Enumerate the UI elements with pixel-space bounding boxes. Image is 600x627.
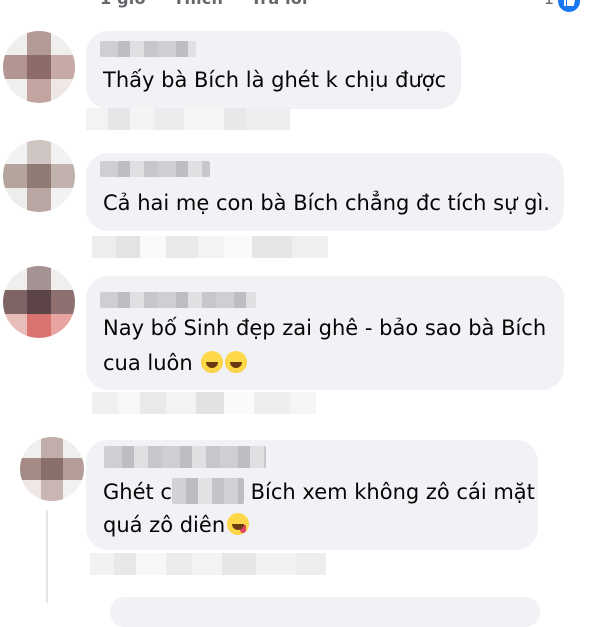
avatar[interactable] (3, 31, 75, 103)
rofl-emoji-icon (225, 351, 248, 373)
comment-text-line-1: Nay bố Sinh đẹp zai ghê - bảo sao bà Bíc… (103, 316, 547, 340)
avatar[interactable] (3, 266, 75, 338)
like-link[interactable]: Thích (173, 0, 223, 8)
comment-bubble[interactable]: Thấy bà Bích là ghét k chịu được (86, 31, 461, 109)
comment-text: Thấy bà Bích là ghét k chịu được (103, 68, 447, 92)
comment-text-line-2: quá zô diên (103, 508, 250, 543)
timestamp: 1 giờ (100, 0, 146, 8)
comment-actions-redacted (86, 108, 290, 130)
comment-actions-redacted (92, 392, 316, 414)
next-comment-bubble-partial[interactable] (110, 597, 540, 627)
reaction-count: 1 (544, 0, 554, 8)
author-name-redacted[interactable] (100, 41, 196, 57)
comment-actions-redacted (90, 553, 326, 575)
avatar[interactable] (20, 437, 84, 501)
reply-link[interactable]: Trả lời (251, 0, 308, 8)
author-name-redacted[interactable] (100, 292, 256, 308)
previous-comment-actions: 1 giờ Thích Trả lời (100, 0, 330, 8)
comment-bubble[interactable]: Cả hai mẹ con bà Bích chẳng đc tích sự g… (86, 153, 564, 231)
author-name-redacted[interactable] (104, 446, 266, 468)
author-name-redacted[interactable] (100, 161, 210, 177)
rofl-emoji-icon (201, 351, 224, 373)
reply-thread-line (46, 510, 48, 603)
avatar[interactable] (3, 140, 75, 212)
comment-text-line-1: Ghét c Bích xem không zô cái mặt (103, 478, 535, 504)
comment-bubble[interactable]: Nay bố Sinh đẹp zai ghê - bảo sao bà Bíc… (86, 276, 564, 390)
redacted-name (171, 478, 244, 504)
comment-bubble[interactable]: Ghét c Bích xem không zô cái mặt quá zô … (86, 440, 538, 550)
comment-text-line-2: cua luôn (103, 346, 248, 381)
comment-actions-redacted (92, 236, 328, 258)
winking-tongue-emoji-icon (227, 513, 250, 535)
like-reaction-icon[interactable] (556, 0, 582, 14)
comment-text: Cả hai mẹ con bà Bích chẳng đc tích sự g… (103, 191, 550, 215)
